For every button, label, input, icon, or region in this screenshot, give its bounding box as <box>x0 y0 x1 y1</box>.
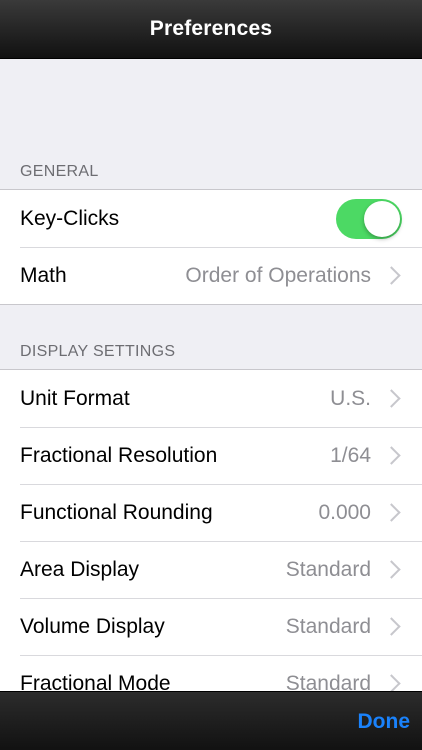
chevron-right-icon <box>382 389 401 408</box>
volume-display-value: Standard <box>285 614 371 638</box>
math-value: Order of Operations <box>185 263 371 287</box>
unit-format-label: Unit Format <box>20 386 130 410</box>
preferences-screen: Preferences GENERAL Key-Clicks Math Orde… <box>0 0 422 750</box>
page-title: Preferences <box>149 17 273 40</box>
area-display-value: Standard <box>285 557 371 581</box>
chevron-right-icon <box>382 446 401 465</box>
math-label: Math <box>20 263 67 287</box>
chevron-right-icon <box>382 503 401 522</box>
done-button[interactable]: Done <box>346 710 422 734</box>
chevron-right-icon <box>382 617 401 636</box>
display-settings-group: Unit Format U.S. Fractional Resolution 1… <box>0 369 422 691</box>
general-group: Key-Clicks Math Order of Operations <box>0 189 422 305</box>
bottom-toolbar: Done <box>0 691 422 750</box>
fractional-mode-row[interactable]: Fractional Mode Standard <box>0 655 422 691</box>
toggle-knob <box>364 200 400 237</box>
math-row[interactable]: Math Order of Operations <box>0 247 422 304</box>
area-display-label: Area Display <box>20 557 140 581</box>
chevron-right-icon <box>382 266 401 285</box>
key-clicks-row: Key-Clicks <box>0 190 422 247</box>
navigation-bar: Preferences <box>0 0 422 59</box>
section-header-display-settings: DISPLAY SETTINGS <box>20 343 176 360</box>
key-clicks-label: Key-Clicks <box>20 206 120 230</box>
fractional-resolution-row[interactable]: Fractional Resolution 1/64 <box>0 427 422 484</box>
volume-display-label: Volume Display <box>20 614 165 638</box>
chevron-right-icon <box>382 560 401 579</box>
functional-rounding-row[interactable]: Functional Rounding 0.000 <box>0 484 422 541</box>
volume-display-row[interactable]: Volume Display Standard <box>0 598 422 655</box>
fractional-resolution-value: 1/64 <box>330 443 371 467</box>
unit-format-row[interactable]: Unit Format U.S. <box>0 370 422 427</box>
key-clicks-toggle[interactable] <box>336 198 402 239</box>
chevron-right-icon <box>382 674 401 691</box>
unit-format-value: U.S. <box>330 386 371 410</box>
settings-list[interactable]: GENERAL Key-Clicks Math Order of Operati… <box>0 59 422 691</box>
functional-rounding-label: Functional Rounding <box>20 500 213 524</box>
fractional-mode-label: Fractional Mode <box>20 671 171 692</box>
fractional-mode-value: Standard <box>285 671 371 692</box>
fractional-resolution-label: Fractional Resolution <box>20 443 218 467</box>
area-display-row[interactable]: Area Display Standard <box>0 541 422 598</box>
functional-rounding-value: 0.000 <box>318 500 371 524</box>
section-header-general: GENERAL <box>20 163 99 180</box>
